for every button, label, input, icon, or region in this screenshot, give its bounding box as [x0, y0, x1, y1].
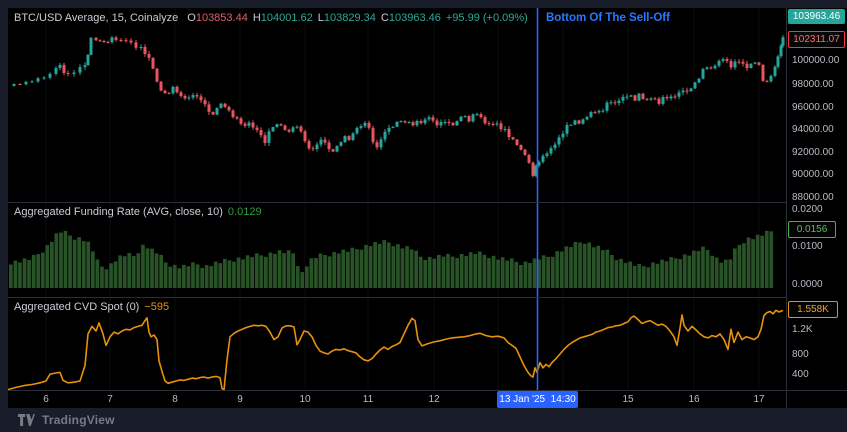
- time-tick-label: 17: [753, 394, 765, 405]
- cvd-value-badge: 1.558K: [788, 301, 838, 318]
- tradingview-chart-window: BTC/USD Average, 15, Coinalyze O103853.44…: [0, 0, 847, 432]
- axis-tick-label: 0.0200: [792, 204, 823, 215]
- axis-tick-label: 94000.00: [792, 124, 834, 135]
- symbol-title[interactable]: BTC/USD Average, 15, Coinalyze: [14, 12, 178, 24]
- time-tick-label: 8: [172, 394, 178, 405]
- time-tick-label: 11: [362, 394, 374, 405]
- ohlc-close-value: 103963.46: [388, 12, 441, 24]
- tradingview-brand-text[interactable]: TradingView: [42, 413, 115, 427]
- time-tick-label: 12: [428, 394, 440, 405]
- axis-tick-label: 800: [792, 349, 809, 360]
- axis-tick-label: 96000.00: [792, 102, 834, 113]
- ohlc-open-value: 103853.44: [195, 12, 248, 24]
- sell-off-annotation[interactable]: Bottom Of The Sell-Off: [546, 12, 670, 24]
- funding-indicator-title[interactable]: Aggregated Funding Rate (AVG, close, 10): [14, 206, 223, 218]
- time-tick-label: 16: [688, 394, 700, 405]
- funding-pane-header: Aggregated Funding Rate (AVG, close, 10)…: [14, 206, 262, 219]
- axis-tick-label: 0.0000: [792, 279, 823, 290]
- axis-tick-label: 98000.00: [792, 79, 834, 90]
- time-tick-label: 15: [622, 394, 634, 405]
- cvd-pane-header: Aggregated CVD Spot (0) −595: [14, 301, 169, 314]
- tradingview-logo-icon[interactable]: [18, 414, 35, 426]
- price-pane-header: BTC/USD Average, 15, Coinalyze O103853.44…: [14, 12, 528, 25]
- ohlc-change-value: +95.99 (+0.09%): [445, 12, 528, 24]
- cvd-indicator-value: −595: [144, 301, 170, 313]
- time-axis[interactable]: 6 7 8 9 10 11 12 15 16 17: [8, 390, 847, 408]
- axis-tick-label: 100000.00: [792, 55, 840, 66]
- axis-tick-label: 0.0100: [792, 241, 823, 252]
- ohlc-high-label: H: [252, 12, 261, 24]
- ohlc-high-value: 104001.62: [260, 12, 313, 24]
- axis-tick-label: 1.2K: [792, 324, 813, 335]
- ohlc-open-label: O: [187, 12, 196, 24]
- funding-indicator-value: 0.0129: [227, 206, 262, 218]
- time-tick-label: 6: [43, 394, 49, 405]
- price-axis[interactable]: 102000.00100000.0098000.0096000.0094000.…: [786, 8, 847, 390]
- cvd-indicator-title[interactable]: Aggregated CVD Spot (0): [14, 301, 139, 313]
- axis-tick-label: 90000.00: [792, 169, 834, 180]
- last-price-badge: 103963.46: [788, 9, 845, 24]
- footer-bar: TradingView: [0, 408, 847, 432]
- alert-price-badge: 102311.07: [788, 31, 845, 48]
- ohlc-close-label: C: [380, 12, 389, 24]
- time-tick-label: 9: [237, 394, 243, 405]
- time-tick-label: 7: [107, 394, 113, 405]
- axis-tick-label: 88000.00: [792, 192, 834, 203]
- axis-tick-label: 400: [792, 369, 809, 380]
- ohlc-low-value: 103829.34: [323, 12, 376, 24]
- funding-value-badge: 0.0156: [788, 221, 836, 238]
- axis-tick-label: 92000.00: [792, 147, 834, 158]
- crosshair-time-badge: 13 Jan '25 14:30: [497, 391, 578, 408]
- time-tick-label: 10: [299, 394, 311, 405]
